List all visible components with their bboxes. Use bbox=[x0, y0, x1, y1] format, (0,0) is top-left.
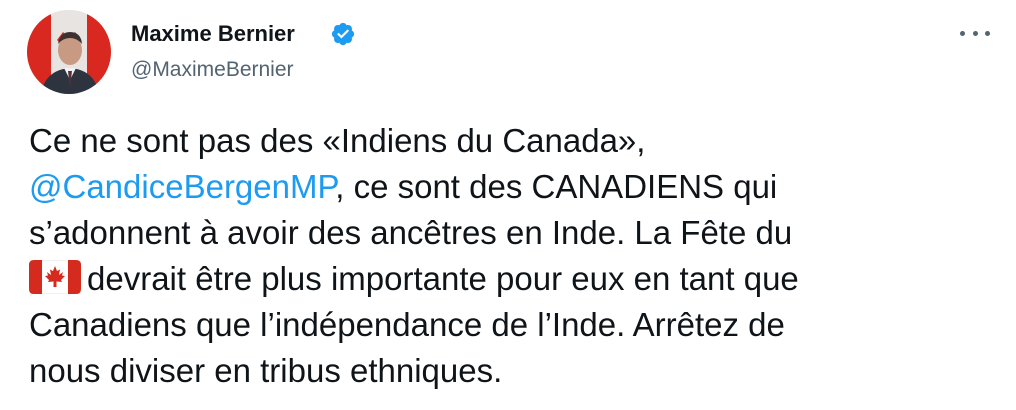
tweet-line: devrait être plus importante pour eux en… bbox=[29, 256, 1004, 302]
more-dot bbox=[960, 30, 965, 36]
tweet-line: s’adonnent à avoir des ancêtres en Inde.… bbox=[29, 214, 793, 251]
tweet-line: nous diviser en tribus ethniques. bbox=[29, 352, 503, 389]
tweet-text: Ce ne sont pas des «Indiens du Canada», … bbox=[29, 118, 1004, 394]
avatar-photo bbox=[27, 10, 111, 94]
tweet-line: @CandiceBergenMP, ce sont des CANADIENS … bbox=[29, 164, 1004, 210]
tweet-line: Canadiens que l’indépendance de l’Inde. … bbox=[29, 306, 785, 343]
more-dot bbox=[972, 30, 978, 36]
canada-flag-icon bbox=[29, 260, 81, 294]
avatar[interactable] bbox=[27, 10, 111, 94]
tweet: Maxime Bernier @MaximeBernier Ce ne sont… bbox=[0, 0, 1016, 410]
verified-badge-icon bbox=[331, 22, 355, 46]
display-name[interactable]: Maxime Bernier bbox=[131, 21, 295, 47]
handle[interactable]: @MaximeBernier bbox=[131, 57, 294, 83]
more-dot bbox=[985, 30, 990, 36]
mention-link[interactable]: @CandiceBergenMP bbox=[29, 168, 335, 205]
tweet-line-text: devrait être plus importante pour eux en… bbox=[87, 260, 799, 297]
more-options-icon[interactable] bbox=[960, 20, 990, 46]
tweet-line-text: , ce sont des CANADIENS qui bbox=[335, 168, 778, 205]
tweet-line: Ce ne sont pas des «Indiens du Canada», bbox=[29, 122, 646, 159]
